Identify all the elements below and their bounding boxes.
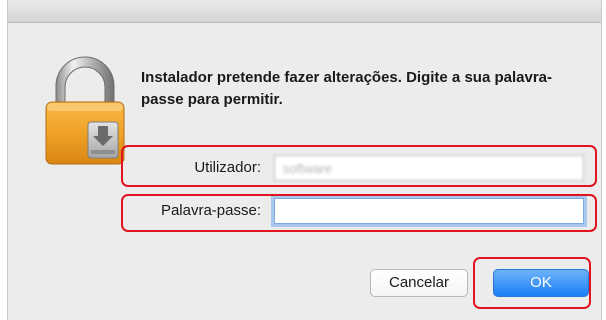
auth-dialog: Instalador pretende fazer alterações. Di… [7,0,602,320]
lock-icon [45,56,125,165]
cancel-button[interactable]: Cancelar [370,269,468,297]
username-field[interactable] [274,155,584,181]
password-row: Palavra-passe: [127,196,595,226]
password-field[interactable] [274,198,584,224]
ok-button[interactable]: OK [493,269,589,297]
username-label: Utilizador: [194,159,261,176]
username-row: Utilizador: [127,153,595,183]
dialog-titlebar [8,0,601,23]
password-label: Palavra-passe: [160,202,261,219]
dialog-message: Instalador pretende fazer alterações. Di… [141,69,552,108]
